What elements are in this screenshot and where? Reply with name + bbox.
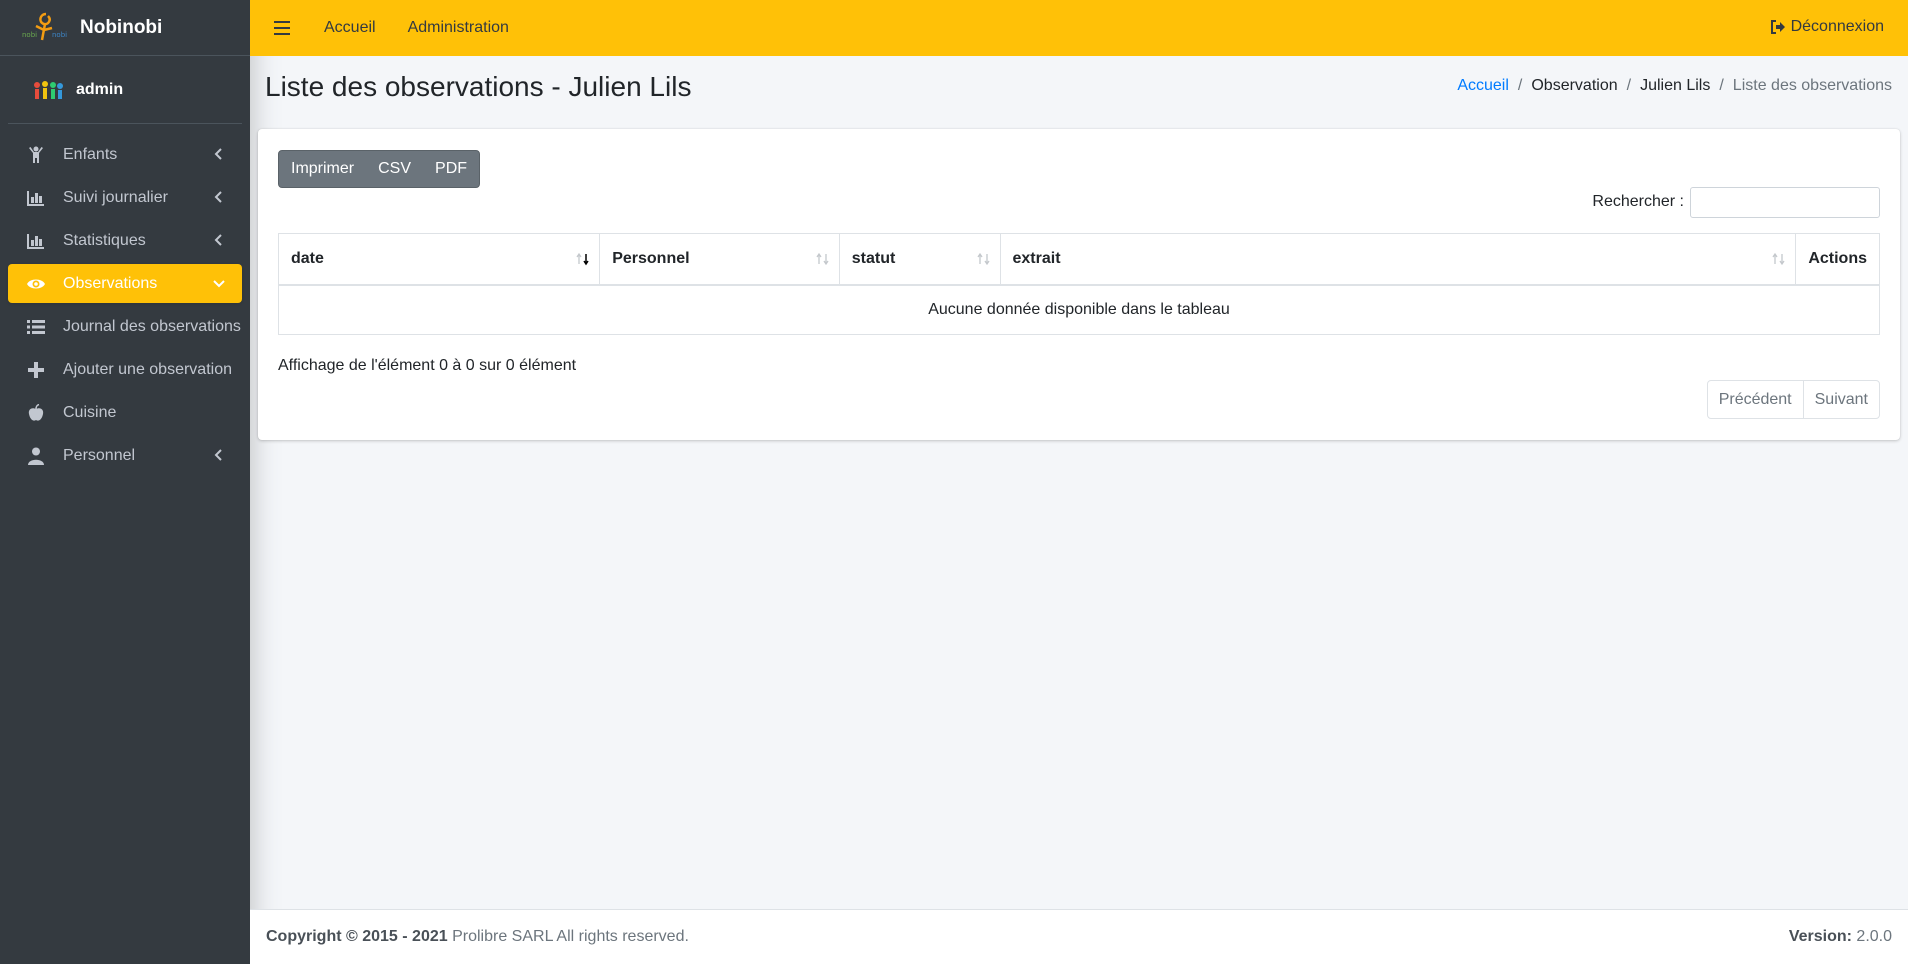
breadcrumb-item-observation[interactable]: Observation	[1531, 77, 1617, 95]
breadcrumb-separator: /	[1719, 77, 1724, 94]
hamburger-menu-icon[interactable]	[274, 20, 292, 36]
previous-page-button[interactable]: Précédent	[1708, 381, 1803, 418]
svg-text:nobi: nobi	[52, 31, 67, 39]
sidebar-item-label: Cuisine	[63, 403, 117, 421]
bar-chart-icon	[26, 188, 46, 208]
sidebar-item-label: Journal des observations	[63, 317, 241, 335]
breadcrumb: Accueil / Observation / Julien Lils / Li…	[1457, 77, 1892, 95]
sidebar-item-cuisine[interactable]: Cuisine	[8, 393, 242, 432]
bar-chart-icon	[26, 231, 46, 251]
page-title: Liste des observations - Julien Lils	[265, 71, 692, 102]
sidebar-nav: Enfants Suivi journalier Statistiques Ob…	[0, 124, 250, 475]
table-header-row: date Personnel statut extrait Actions	[277, 233, 1880, 286]
breadcrumb-item-accueil[interactable]: Accueil	[1457, 77, 1509, 95]
sidebar-item-statistiques[interactable]: Statistiques	[8, 221, 242, 260]
sign-out-icon	[1770, 20, 1785, 34]
breadcrumb-separator: /	[1626, 77, 1632, 94]
observations-table: date Personnel statut extrait Actions Au…	[277, 233, 1880, 335]
pagination: Précédent Suivant	[1706, 380, 1880, 419]
top-navbar: Accueil Administration Déconnexion	[250, 0, 1908, 56]
breadcrumb-item-child[interactable]: Julien Lils	[1640, 77, 1710, 95]
nav-link-administration[interactable]: Administration	[408, 19, 509, 37]
sidebar-item-label: Observations	[63, 274, 158, 292]
sort-icon	[976, 252, 990, 266]
eye-icon	[26, 274, 46, 294]
search-input[interactable]	[1690, 187, 1880, 218]
user-panel[interactable]: admin	[8, 56, 242, 124]
sort-desc-icon	[576, 252, 589, 266]
nav-link-accueil[interactable]: Accueil	[324, 19, 376, 37]
footer: Copyright © 2015 - 2021 Prolibre SARL Al…	[250, 909, 1908, 964]
brand-logo-icon: nobi nobi	[22, 12, 67, 40]
chevron-down-icon	[213, 280, 225, 288]
brand-name: Nobinobi	[80, 16, 163, 38]
sidebar-item-observations[interactable]: Observations	[8, 264, 242, 303]
chevron-left-icon	[214, 449, 222, 461]
table-info: Affichage de l'élément 0 à 0 sur 0 éléme…	[278, 357, 577, 374]
sidebar-item-enfants[interactable]: Enfants	[8, 135, 242, 174]
csv-button[interactable]: CSV	[366, 151, 423, 187]
chevron-left-icon	[214, 148, 222, 160]
table-row: Aucune donnée disponible dans le tableau	[278, 284, 1880, 335]
breadcrumb-item-current: Liste des observations	[1732, 77, 1892, 94]
search-label: Rechercher :	[1592, 193, 1684, 210]
plus-icon	[26, 360, 46, 380]
column-header-statut[interactable]: statut	[838, 233, 1001, 286]
sidebar-item-label: Ajouter une observation	[63, 360, 232, 378]
svg-text:nobi: nobi	[22, 31, 37, 39]
export-button-group: Imprimer CSV PDF	[278, 150, 481, 188]
avatar	[34, 80, 63, 99]
brand-link[interactable]: nobi nobi Nobinobi	[0, 0, 250, 56]
sidebar-item-label: Statistiques	[63, 231, 146, 249]
sidebar-item-label: Enfants	[63, 145, 118, 163]
logout-label: Déconnexion	[1790, 18, 1884, 35]
sidebar-item-ajouter-observation[interactable]: Ajouter une observation	[8, 350, 242, 389]
sidebar-item-label: Personnel	[63, 446, 136, 464]
column-header-date[interactable]: date	[277, 233, 601, 286]
column-header-extrait[interactable]: extrait	[999, 233, 1797, 286]
empty-table-message: Aucune donnée disponible dans le tableau	[278, 284, 1880, 335]
column-header-personnel[interactable]: Personnel	[599, 233, 840, 286]
user-name: admin	[76, 80, 124, 98]
sidebar-item-journal-observations[interactable]: Journal des observations	[8, 307, 242, 346]
next-page-button[interactable]: Suivant	[1802, 381, 1879, 418]
chevron-left-icon	[214, 234, 222, 246]
child-icon	[26, 145, 46, 165]
sidebar-item-label: Suivi journalier	[63, 188, 168, 206]
version-info: Version: 2.0.0	[1788, 928, 1892, 945]
column-header-actions: Actions	[1795, 233, 1880, 286]
list-icon	[26, 317, 46, 337]
sort-icon	[1772, 252, 1785, 266]
observations-card: Imprimer CSV PDF Rechercher : date Perso…	[258, 129, 1900, 440]
sidebar-item-personnel[interactable]: Personnel	[8, 436, 242, 475]
sort-icon	[816, 252, 829, 266]
apple-icon	[26, 403, 46, 423]
logout-button[interactable]: Déconnexion	[1770, 18, 1884, 36]
user-icon	[26, 446, 46, 466]
chevron-left-icon	[214, 191, 222, 203]
pdf-button[interactable]: PDF	[423, 151, 479, 187]
copyright: Copyright © 2015 - 2021 Prolibre SARL Al…	[266, 928, 689, 945]
sidebar: nobi nobi Nobinobi admin Enfants Suivi j…	[0, 0, 250, 964]
print-button[interactable]: Imprimer	[279, 151, 366, 187]
breadcrumb-separator: /	[1517, 77, 1523, 94]
sidebar-item-suivi-journalier[interactable]: Suivi journalier	[8, 178, 242, 217]
